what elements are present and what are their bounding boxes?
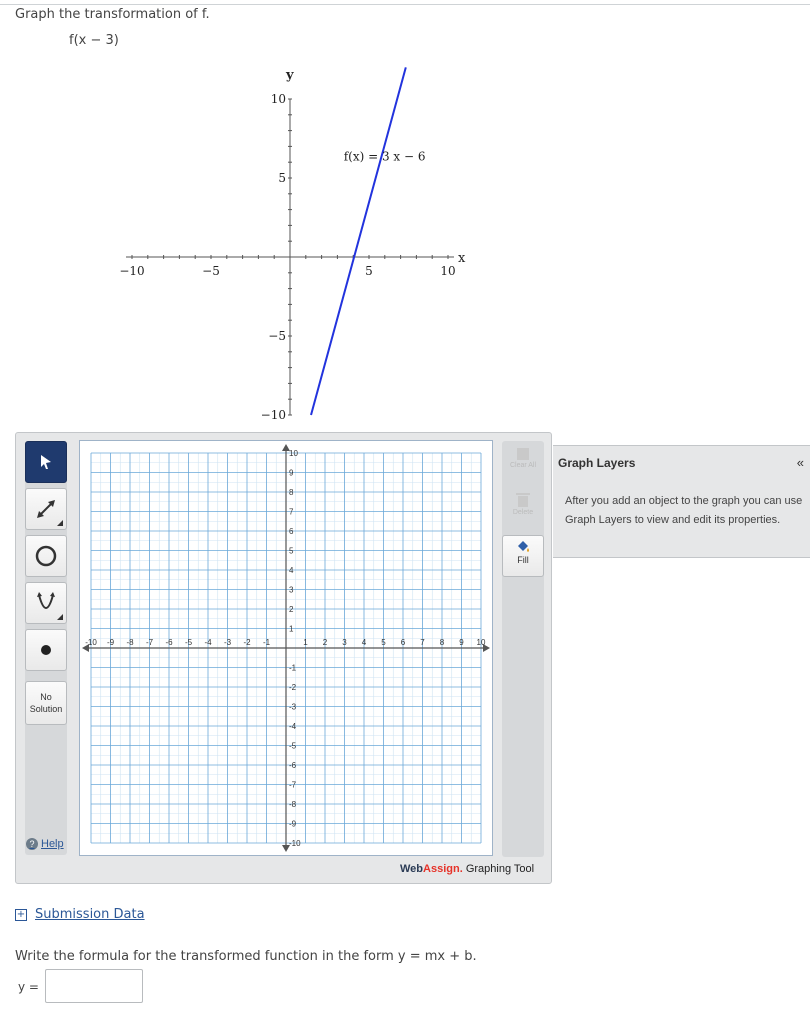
circle-icon — [35, 545, 57, 567]
grid-y-tick-label: -8 — [289, 800, 297, 809]
graphing-canvas[interactable]: -10 -9 -8 -7 -6 -5 -4 -3 -2 -1 1 2 3 4 5 6 7 8 9 10 10 9 8 7 6 5 4… — [79, 440, 493, 856]
grid-y-tick-label: 6 — [289, 527, 294, 536]
clear-grid-icon — [517, 448, 529, 460]
y-tick-label: 10 — [271, 92, 286, 106]
grid-x-tick-label: 6 — [401, 638, 406, 647]
graph-layers-description: After you add an object to the graph you… — [565, 495, 803, 526]
help-label: Help — [41, 838, 64, 850]
grid-y-tick-label: 7 — [289, 508, 294, 517]
grid-x-tick-label: 3 — [342, 638, 347, 647]
function-label: f(x) = 3 x − 6 — [344, 150, 426, 164]
answer-instruction: Write the formula for the transformed fu… — [15, 949, 477, 964]
grid-x-tick-label: -9 — [107, 638, 115, 647]
point-tool[interactable] — [25, 629, 67, 671]
function-expression: f(x − 3) — [69, 33, 119, 48]
grid-x-tick-label: 7 — [420, 638, 425, 647]
grid-x-tick-label: -10 — [85, 638, 97, 647]
grid-x-tick-label: 4 — [362, 638, 367, 647]
delete-button[interactable]: Delete — [502, 488, 544, 528]
graph-layers-panel: Graph Layers « After you add an object t… — [553, 445, 810, 558]
grid-y-tick-label: 8 — [289, 488, 294, 497]
grid-x-tick-label: -8 — [126, 638, 134, 647]
y-tick-label: −10 — [261, 408, 286, 422]
webassign-brand: WebAssign. Graphing Tool — [400, 863, 535, 875]
line-segment-icon — [37, 500, 55, 518]
parabola-tool[interactable] — [25, 582, 67, 624]
grid-x-tick-label: 8 — [440, 638, 445, 647]
grid-y-tick-label: 2 — [289, 605, 294, 614]
answer-label: y = — [18, 980, 39, 994]
graph-layers-title: Graph Layers — [558, 456, 636, 470]
delete-label: Delete — [512, 509, 534, 516]
grid-y-tick-label: -6 — [289, 761, 297, 770]
arrow-pointer-icon — [41, 455, 51, 469]
grid-y-tick-label: -9 — [289, 820, 297, 829]
grid-x-tick-label: 10 — [477, 638, 486, 647]
collapse-chevron-icon[interactable]: « — [797, 455, 804, 470]
grid-x-tick-label: 9 — [459, 638, 464, 647]
reference-graph: −10 −5 5 10 10 5 −5 −10 f(x) = 3 x − 6 x y — [119, 67, 466, 422]
graph-grid[interactable]: -10 -9 -8 -7 -6 -5 -4 -3 -2 -1 1 2 3 4 5 6 7 8 9 10 10 9 8 7 6 5 4… — [80, 441, 492, 855]
clear-all-button[interactable]: Clear All — [502, 443, 544, 483]
function-line — [310, 67, 407, 416]
trash-icon — [516, 493, 530, 507]
submenu-corner-icon — [57, 520, 63, 526]
grid-x-tick-label: -2 — [243, 638, 251, 647]
expand-plus-icon: + — [15, 908, 27, 921]
fill-label: Fill — [517, 555, 529, 565]
grid-x-tick-label: -4 — [204, 638, 212, 647]
submenu-corner-icon — [57, 614, 63, 620]
grid-y-tick-label: -10 — [289, 839, 301, 848]
grid-y-tick-label: -5 — [289, 742, 297, 751]
point-icon — [41, 645, 51, 655]
grid-x-tick-label: -3 — [224, 638, 232, 647]
pointer-tool[interactable] — [25, 441, 67, 483]
circle-tool[interactable] — [25, 535, 67, 577]
grid-y-tick-label: 10 — [289, 449, 298, 458]
no-solution-button[interactable]: No Solution — [25, 681, 67, 725]
grid-x-tick-label: -7 — [146, 638, 154, 647]
action-strip: Clear All Delete Fill — [502, 441, 544, 857]
line-tool[interactable] — [25, 488, 67, 530]
question-prompt: Graph the transformation of f. — [15, 7, 210, 22]
graphing-tool: No Solution ? Help -10 -9 -8 -7 -6 -5 -4 -3 -2 -1… — [15, 432, 552, 884]
submission-data-label: Submission Data — [35, 907, 145, 922]
grid-x-tick-label: 2 — [323, 638, 328, 647]
grid-x-tick-label: -1 — [263, 638, 271, 647]
x-tick-label: 5 — [365, 264, 373, 278]
y-axis-label: y — [285, 68, 294, 83]
top-divider — [0, 4, 810, 5]
grid-y-tick-label: 3 — [289, 586, 294, 595]
grid-x-tick-label: 1 — [303, 638, 308, 647]
answer-input[interactable] — [45, 969, 143, 1003]
x-tick-label: 10 — [440, 264, 455, 278]
grid-y-tick-label: -2 — [289, 683, 297, 692]
grid-y-tick-label: 9 — [289, 469, 294, 478]
y-tick-label: 5 — [278, 171, 286, 185]
clear-all-label: Clear All — [509, 462, 537, 469]
grid-y-tick-label: 1 — [289, 625, 294, 634]
parabola-icon — [37, 592, 55, 609]
grid-y-tick-label: -3 — [289, 703, 297, 712]
submission-data-toggle[interactable]: + Submission Data — [15, 907, 145, 922]
grid-y-tick-label: 5 — [289, 547, 294, 556]
x-axis-label: x — [458, 251, 466, 266]
grid-y-tick-label: -4 — [289, 722, 297, 731]
help-icon: ? — [26, 838, 38, 850]
grid-y-tick-label: -7 — [289, 781, 297, 790]
help-link[interactable]: ? Help — [26, 838, 64, 850]
fill-button[interactable]: Fill — [502, 535, 544, 577]
y-tick-label: −5 — [268, 329, 286, 343]
x-tick-label: −5 — [202, 264, 220, 278]
grid-y-tick-label: 4 — [289, 566, 294, 575]
grid-x-tick-label: -6 — [165, 638, 173, 647]
paint-bucket-icon — [518, 541, 529, 552]
x-tick-label: −10 — [119, 264, 144, 278]
grid-y-tick-label: -1 — [289, 664, 297, 673]
grid-x-tick-label: -5 — [185, 638, 193, 647]
grid-x-tick-label: 5 — [381, 638, 386, 647]
